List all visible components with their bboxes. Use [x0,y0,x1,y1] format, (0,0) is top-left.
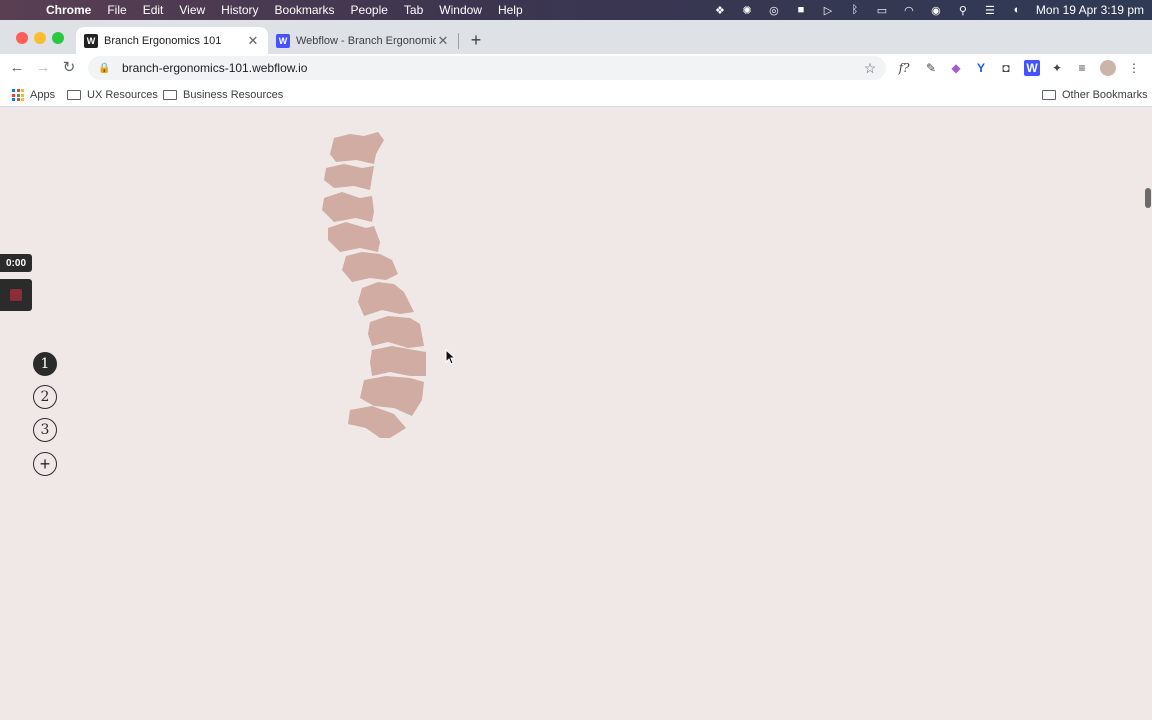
wifi-icon[interactable]: ◠ [902,4,916,17]
profile-avatar[interactable] [1100,60,1116,76]
bookmark-other-bookmarks[interactable]: Other Bookmarks [1042,87,1148,103]
folder-icon [163,90,177,100]
spotlight-search-icon[interactable]: ⚲ [956,4,970,17]
lock-icon[interactable]: 🔒 [98,63,110,74]
more-menu-icon[interactable]: ⋮ [1126,60,1142,76]
bookmark-business-resources[interactable]: Business Resources [163,87,283,103]
step-button-2[interactable]: 2 [33,385,57,409]
page-content: 0:00 1 2 3 + [0,108,1152,720]
spine-illustration [322,132,426,438]
browser-toolbar: ← → ↻ 🔒 branch-ergonomics-101.webflow.io… [0,54,1152,83]
folder-icon [67,90,81,100]
webflow-extension-icon[interactable]: W [1024,60,1040,76]
vertebra [358,282,414,316]
step-button-1[interactable]: 1 [33,352,57,376]
vertebra [328,222,380,252]
brightness-icon[interactable]: ✺ [740,4,754,17]
status-area: ❖ ✺ ◎ ■ ▷ ᛒ ▭ ◠ ◉ ⚲ ☰ ◐ Mon 19 Apr 3:19 … [700,0,1144,20]
folder-icon [1042,90,1056,100]
menu-clock[interactable]: Mon 19 Apr 3:19 pm [1036,3,1144,17]
bookmark-label: UX Resources [87,89,158,101]
new-tab-button[interactable]: + [467,31,485,49]
mouse-cursor-icon [445,349,455,365]
extensions-puzzle-icon[interactable]: ✦ [1049,60,1065,76]
reload-icon[interactable]: ↻ [60,59,78,77]
webflow-favicon-icon: W [84,33,98,48]
vertebra [322,192,374,222]
bookmarks-bar: Apps UX Resources Business Resources Oth… [0,83,1152,107]
menu-bookmarks[interactable]: Bookmarks [275,0,335,20]
vertebra [324,164,374,190]
tab-webflow-designer[interactable]: W Webflow - Branch Ergonomics ✕ [268,27,458,54]
eyedropper-extension-icon[interactable]: ✎ [923,60,939,76]
bookmark-label: Business Resources [183,89,284,101]
vertebra [348,406,406,438]
vertebrae-group [322,132,426,438]
play-icon[interactable]: ▷ [821,4,835,17]
siri-icon[interactable]: ◐ [1010,4,1024,16]
bookmark-label: Other Bookmarks [1062,89,1148,101]
tab-divider [458,33,459,49]
camera-icon[interactable]: ■ [794,4,808,16]
back-arrow-icon[interactable]: ← [8,59,26,77]
color-extension-icon[interactable]: ◆ [948,60,964,76]
recording-timer: 0:00 [0,254,32,272]
bookmark-apps[interactable]: Apps [12,87,55,103]
creative-cloud-icon[interactable]: ◎ [767,4,781,17]
close-tab-icon[interactable]: ✕ [436,33,450,49]
plus-circle-icon[interactable]: + [33,452,57,476]
tab-branch-ergonomics[interactable]: W Branch Ergonomics 101 ✕ [76,27,268,54]
menu-app-name[interactable]: Chrome [46,0,91,20]
dropbox-icon[interactable]: ❖ [713,4,727,17]
user-icon[interactable]: ◉ [929,4,943,17]
tab-title: Webflow - Branch Ergonomics [296,34,436,47]
vertebra [330,132,384,164]
bookmark-ux-resources[interactable]: UX Resources [67,87,158,103]
tab-title: Branch Ergonomics 101 [104,34,222,47]
bookmark-star-icon[interactable]: ☆ [862,60,878,77]
webflow-favicon-icon: W [276,33,290,48]
stop-recording-button[interactable] [0,279,32,311]
stop-icon [10,289,22,301]
battery-icon[interactable]: ▭ [875,4,889,17]
reading-list-icon[interactable]: ≡ [1074,60,1090,76]
menu-people[interactable]: People [351,0,388,20]
menu-view[interactable]: View [179,0,205,20]
menu-history[interactable]: History [221,0,258,20]
apps-grid-icon [12,89,24,101]
fullscreen-window-button[interactable] [52,32,64,44]
page-scrollbar-thumb[interactable] [1145,188,1151,208]
font-identifier-extension-icon[interactable]: f? [896,60,912,76]
tab-strip: W Branch Ergonomics 101 ✕ W Webflow - Br… [0,20,1152,54]
vertebra [370,346,426,376]
menu-edit[interactable]: Edit [143,0,164,20]
bookmark-label: Apps [30,89,56,101]
step-button-3[interactable]: 3 [33,418,57,442]
macos-menu-bar: Chrome File Edit View History Bookmarks … [0,0,1152,20]
control-center-icon[interactable]: ☰ [983,4,997,17]
vertebra [368,316,424,348]
vertebra [342,252,398,282]
close-window-button[interactable] [16,32,28,44]
menu-tab[interactable]: Tab [404,0,423,20]
menu-file[interactable]: File [107,0,126,20]
bluetooth-icon[interactable]: ᛒ [848,4,862,16]
menu-help[interactable]: Help [498,0,523,20]
address-bar[interactable]: 🔒 branch-ergonomics-101.webflow.io ☆ [88,56,886,80]
y-extension-icon[interactable]: Y [973,60,989,76]
menu-window[interactable]: Window [439,0,482,20]
forward-arrow-icon[interactable]: → [34,59,52,77]
close-tab-icon[interactable]: ✕ [246,33,260,49]
screenshot-extension-icon[interactable]: ◘ [998,60,1014,76]
url-text[interactable]: branch-ergonomics-101.webflow.io [122,61,862,75]
minimize-window-button[interactable] [34,32,46,44]
